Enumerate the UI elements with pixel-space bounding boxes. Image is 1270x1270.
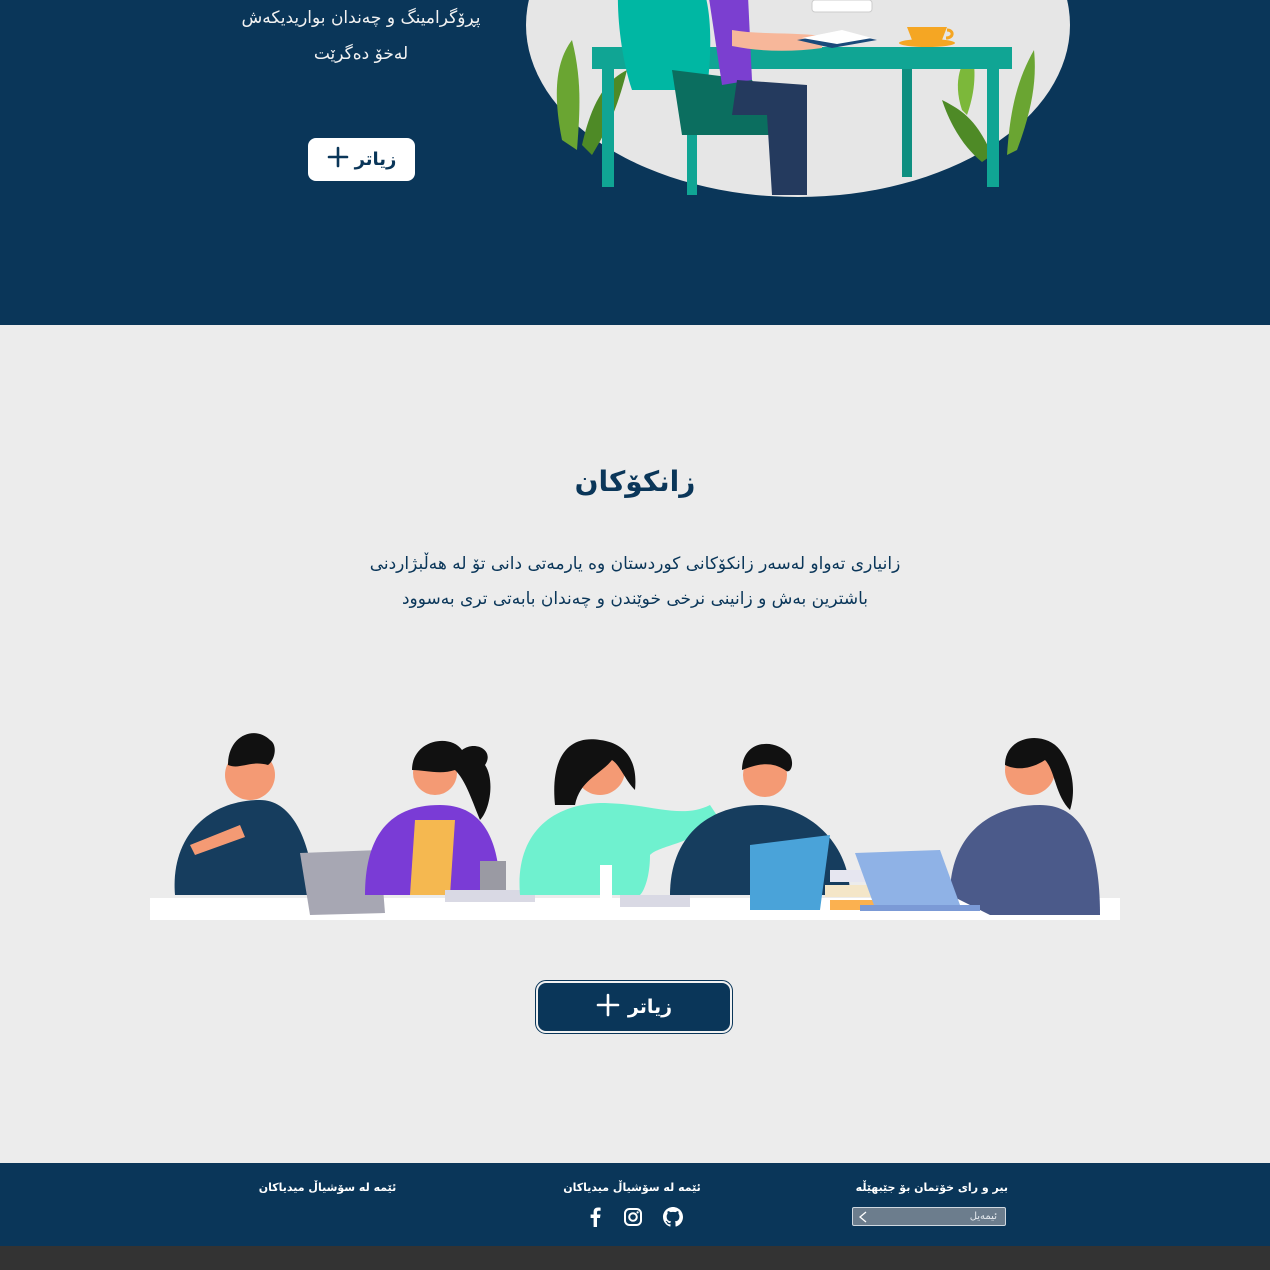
hero-line-1: پڕۆگرامینگ و چەندان بواریدیکەش: [241, 8, 481, 28]
team-illustration: [150, 733, 1120, 920]
universities-title: زانکۆکان: [574, 465, 696, 498]
email-input[interactable]: [873, 1211, 1005, 1222]
hero-more-label: زیاتر: [354, 149, 397, 170]
hero-more-button[interactable]: زیاتر: [308, 138, 415, 181]
hero-line-2: لەخۆ دەگرێت: [313, 44, 409, 64]
footer: ئێمە لە سۆشیاڵ میدیاکان ئێمە لە سۆشیاڵ م…: [0, 1163, 1270, 1246]
email-subscribe-box: [852, 1207, 1006, 1226]
universities-desc-line-1: زانیاری تەواو لەسەر زانکۆکانی کوردستان و…: [369, 554, 901, 574]
hero-illustration: [526, 0, 1070, 197]
universities-more-label: زیاتر: [627, 996, 673, 1018]
facebook-icon[interactable]: [588, 1207, 602, 1227]
footer-left-heading: ئێمە لە سۆشیاڵ میدیاکان: [258, 1181, 397, 1194]
footer-social-heading: ئێمە لە سۆشیاڵ میدیاکان: [563, 1181, 701, 1194]
plus-icon: [327, 146, 349, 173]
footer-bottom-bar: [0, 1246, 1270, 1270]
github-icon[interactable]: [663, 1207, 683, 1227]
universities-description: زانیاری تەواو لەسەر زانکۆکانی کوردستان و…: [335, 547, 935, 617]
footer-feedback-heading: بیر و رای خۆتمان بۆ جێبهێڵە: [855, 1181, 1008, 1194]
hero-section: پڕۆگرامینگ و چەندان بواریدیکەش لەخۆ دەگر…: [0, 0, 1270, 325]
social-links: [588, 1206, 683, 1228]
plus-icon: [596, 993, 620, 1022]
send-arrow-icon[interactable]: [853, 1207, 873, 1226]
instagram-icon[interactable]: [623, 1207, 643, 1227]
universities-desc-line-2: باشترین بەش و زانینی نرخی خوێندن و چەندا…: [401, 589, 869, 609]
universities-more-button[interactable]: زیاتر: [535, 980, 733, 1034]
